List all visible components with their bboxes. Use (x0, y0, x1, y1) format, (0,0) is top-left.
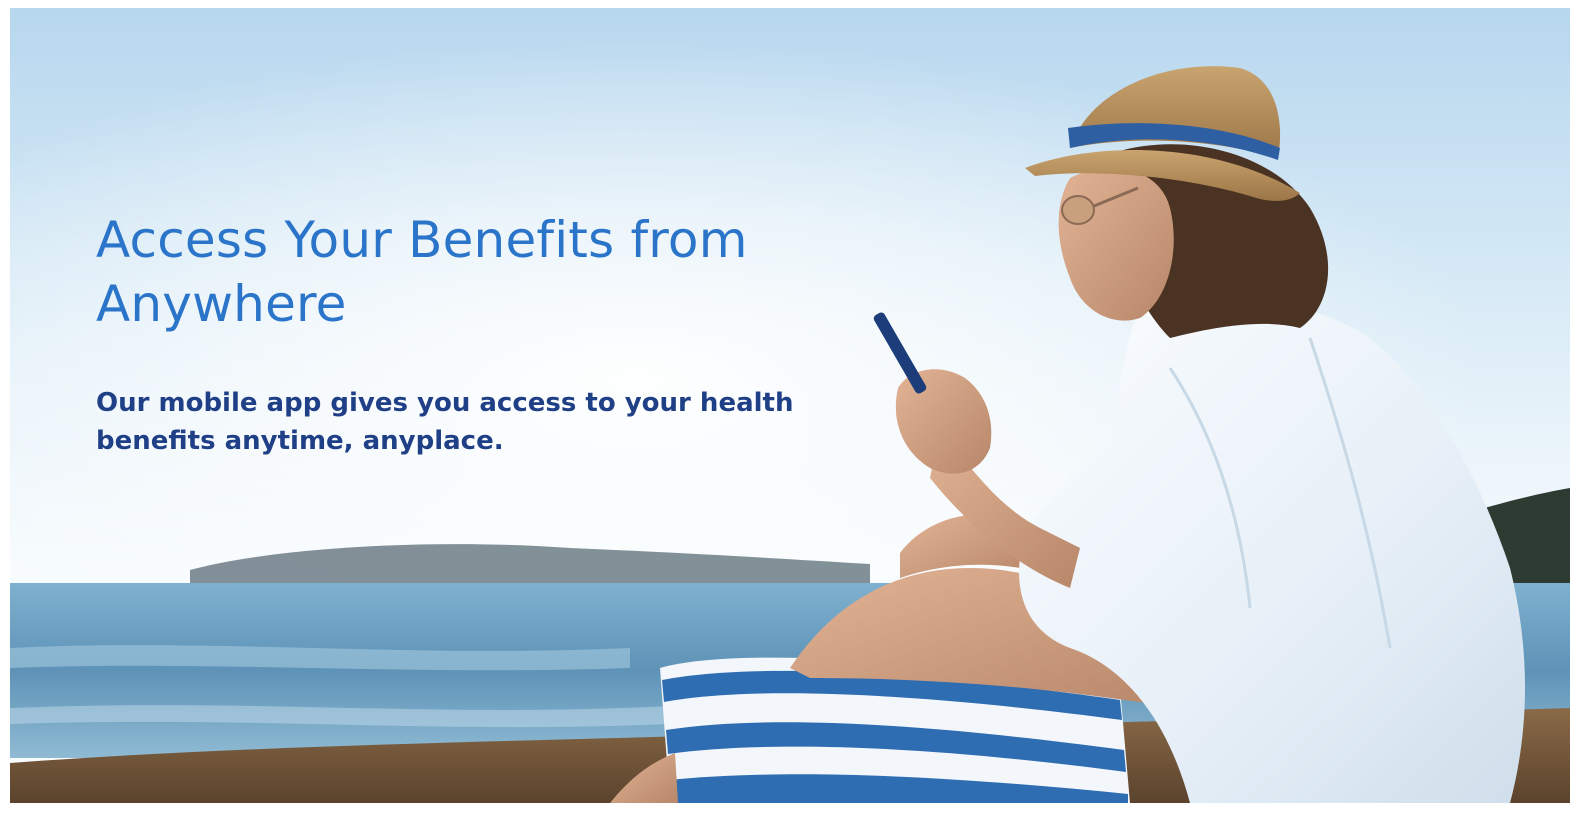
subheadline: Our mobile app gives you access to your … (96, 388, 794, 456)
phone (873, 312, 927, 394)
woman-face (1058, 168, 1174, 321)
hero-banner: Access Your Benefits from Anywhere Our m… (10, 8, 1570, 803)
headline: Access Your Benefits from Anywhere (96, 211, 748, 333)
woman-hand (895, 369, 992, 474)
